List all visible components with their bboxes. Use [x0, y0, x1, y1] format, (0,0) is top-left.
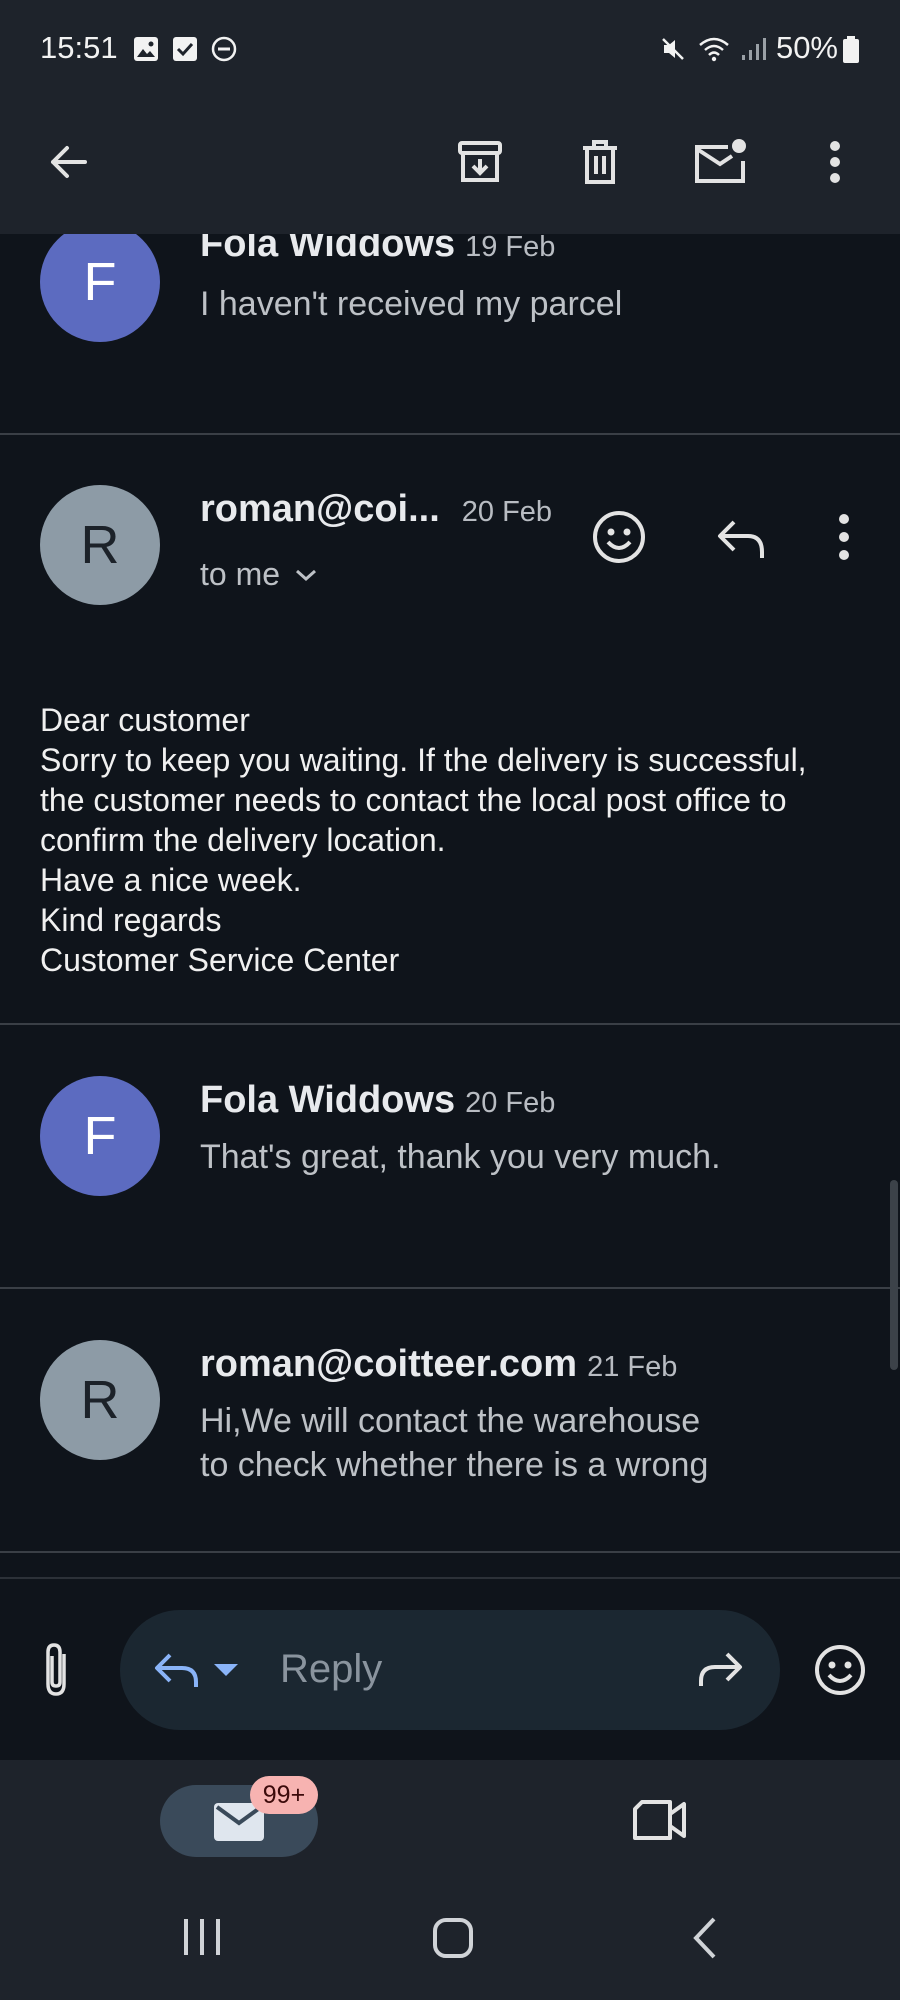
message-collapsed[interactable]: R roman@coitteer.com 21 Feb Hi,We will co…: [0, 1289, 900, 1551]
back-button[interactable]: [28, 122, 108, 202]
reply-icon: [155, 1653, 198, 1687]
mute-icon: [662, 38, 684, 60]
emoji-icon: [815, 1645, 865, 1695]
message-collapsed[interactable]: F Fola Widdows 20 Feb That's great, thank…: [0, 1025, 900, 1287]
recipient-details-toggle[interactable]: to me: [200, 556, 318, 593]
sender-name: Fola Widdows: [200, 1079, 456, 1121]
message-snippet: I haven't received my parcel: [200, 285, 623, 323]
body-line: Have a nice week.: [40, 862, 302, 898]
body-line: Kind regards: [40, 902, 222, 938]
message-date: 21 Feb: [587, 1351, 678, 1383]
reply-icon: [718, 520, 764, 558]
home-button[interactable]: [432, 1917, 474, 1959]
recipient-label: to me: [200, 556, 281, 592]
reply-placeholder: Reply: [280, 1647, 383, 1691]
sender-row: roman@coi... 20 Feb: [200, 488, 552, 531]
add-reaction-button[interactable]: [590, 508, 648, 566]
sender-name: roman@coi...: [200, 488, 440, 530]
body-line: Customer Service Center: [40, 942, 400, 978]
body-line: confirm the delivery location.: [40, 822, 446, 858]
sender-row: roman@coitteer.com 21 Feb: [200, 1343, 677, 1386]
sender-row: Fola Widdows 19 Feb: [200, 234, 555, 266]
chevron-down-icon: [296, 569, 317, 581]
top-toolbar: [0, 100, 900, 234]
divider: [0, 1577, 900, 1579]
avatar: F: [40, 1076, 160, 1196]
overflow-menu-icon: [830, 141, 840, 183]
do-not-disturb-icon: [211, 36, 237, 62]
divider: [0, 1551, 900, 1553]
recent-apps-icon: [184, 1919, 220, 1955]
video-camera-icon: [633, 1800, 686, 1840]
forward-icon: [699, 1652, 742, 1686]
archive-button[interactable]: [440, 122, 520, 202]
gallery-icon: [134, 37, 158, 61]
reply-button[interactable]: [712, 510, 770, 566]
message-snippet-line: to check whether there is a wrong: [200, 1446, 709, 1484]
mark-unread-button[interactable]: [680, 122, 760, 202]
divider: [0, 433, 900, 435]
avatar: F: [40, 234, 160, 342]
message-collapsed[interactable]: F Fola Widdows 19 Feb I haven't received …: [0, 234, 900, 434]
emoji-button[interactable]: [812, 1642, 868, 1698]
unread-count-badge: 99+: [250, 1776, 318, 1814]
checkbox-notification-icon: [173, 37, 197, 61]
attach-button[interactable]: [36, 1640, 76, 1700]
home-icon: [433, 1918, 473, 1958]
sender-row: Fola Widdows 20 Feb: [200, 1079, 555, 1122]
sender-name: Fola Widdows: [200, 234, 456, 265]
status-time: 15:51: [40, 30, 118, 65]
body-line: Sorry to keep you waiting. If the delive…: [40, 742, 807, 778]
signal-icon: [742, 38, 766, 60]
delete-button[interactable]: [560, 122, 640, 202]
wifi-icon: [699, 37, 729, 62]
message-snippet: That's great, thank you very much.: [200, 1138, 721, 1176]
status-bar: 15:51 50%: [0, 0, 900, 100]
message-snippet-line: Hi,We will contact the warehouse: [200, 1402, 701, 1440]
trash-icon: [583, 140, 617, 184]
paperclip-icon: [46, 1643, 66, 1696]
body-line: the customer needs to contact the local …: [40, 782, 787, 818]
archive-icon: [458, 141, 502, 182]
back-chevron-icon: [693, 1917, 716, 1959]
forward-button[interactable]: [695, 1648, 745, 1692]
avatar[interactable]: R: [40, 485, 160, 605]
recent-apps-button[interactable]: [180, 1917, 224, 1957]
back-arrow-icon: [51, 146, 87, 178]
sender-name: roman@coitteer.com: [200, 1343, 578, 1385]
battery-percent: 50%: [775, 30, 838, 65]
scrollbar[interactable]: [890, 1180, 898, 1370]
mark-unread-icon: [695, 139, 746, 183]
message-date: 20 Feb: [461, 496, 553, 528]
avatar: R: [40, 1340, 160, 1460]
dropdown-arrow-icon: [214, 1664, 238, 1676]
message-date: 19 Feb: [465, 234, 556, 263]
reply-type-selector[interactable]: [152, 1644, 247, 1696]
meet-tab[interactable]: [632, 1798, 688, 1842]
bottom-navigation: [0, 1760, 900, 2000]
overflow-menu-icon: [839, 514, 849, 560]
battery-icon: [843, 36, 859, 63]
message-body: Dear customer Sorry to keep you waiting.…: [40, 700, 880, 980]
body-line: Dear customer: [40, 702, 250, 738]
emoji-icon: [593, 511, 645, 563]
message-date: 20 Feb: [465, 1087, 556, 1119]
system-back-button[interactable]: [690, 1916, 720, 1960]
message-more-button[interactable]: [834, 512, 854, 562]
more-options-button[interactable]: [795, 122, 875, 202]
